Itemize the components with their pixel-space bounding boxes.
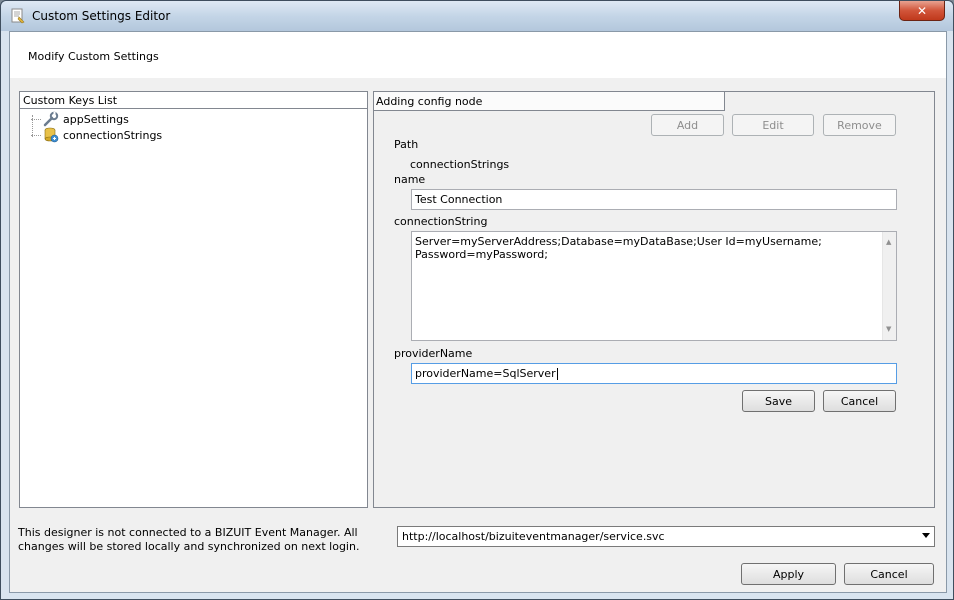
header-band: Modify Custom Settings [10,32,946,78]
window-title: Custom Settings Editor [32,9,171,23]
name-field-value: Test Connection [415,193,503,206]
provider-name-value: providerName=SqlServer [415,367,556,380]
path-label: Path [394,138,419,151]
tree-item-label: appSettings [63,112,129,126]
path-value: connectionStrings [410,158,510,171]
name-field[interactable]: Test Connection [411,189,897,210]
save-button[interactable]: Save [742,390,815,412]
close-icon: ✕ [916,3,928,18]
text-caret [556,368,558,380]
cancel-button[interactable]: Cancel [844,563,934,585]
database-connection-icon [44,127,59,143]
tree-item-appsettings[interactable]: appSettings [31,111,367,127]
header-text: Modify Custom Settings [28,50,159,63]
tree-branch-line [31,119,41,120]
wrench-icon [43,111,59,127]
settings-document-icon [11,8,25,24]
connection-string-field[interactable]: Server=myServerAddress;Database=myDataBa… [411,231,897,341]
name-label: name [394,173,426,186]
service-url-value: http://localhost/bizuiteventmanager/serv… [402,530,665,543]
connection-status-text: This designer is not connected to a BIZU… [18,526,360,553]
scroll-up-icon[interactable]: ▲ [886,236,891,249]
tree-item-label: connectionStrings [63,128,163,142]
tab-adding-config-node[interactable]: Adding config node [374,92,725,111]
custom-keys-tree[interactable]: appSettings connectionStrings [20,109,367,143]
remove-button[interactable]: Remove [823,114,896,136]
cancel-node-button[interactable]: Cancel [823,390,896,412]
service-url-dropdown[interactable]: http://localhost/bizuiteventmanager/serv… [397,526,935,547]
config-node-panel: Adding config node Add Edit Remove Path … [373,91,935,508]
chevron-down-icon[interactable] [922,533,930,538]
edit-button[interactable]: Edit [732,114,814,136]
tree-item-connectionstrings[interactable]: connectionStrings [31,127,367,143]
scroll-down-icon[interactable]: ▼ [886,323,891,336]
connection-string-line2: Password=myPassword; [415,248,548,261]
connection-string-line1: Server=myServerAddress;Database=myDataBa… [415,235,822,248]
provider-name-field[interactable]: providerName=SqlServer [411,363,897,384]
close-button[interactable]: ✕ [899,1,945,21]
connection-string-scrollbar[interactable]: ▲ ▼ [882,232,896,340]
connection-string-label: connectionString [394,215,488,228]
tree-branch-line [31,135,41,136]
custom-keys-title: Custom Keys List [20,92,367,109]
dialog-window: Custom Settings Editor ✕ Modify Custom S… [0,0,954,600]
provider-name-label: providerName [394,347,473,360]
dialog-client-area: Modify Custom Settings Custom Keys List … [9,31,947,593]
apply-button[interactable]: Apply [741,563,836,585]
title-bar[interactable]: Custom Settings Editor ✕ [1,1,953,31]
custom-keys-panel: Custom Keys List appSettings connectionS… [19,91,368,508]
add-button[interactable]: Add [651,114,724,136]
